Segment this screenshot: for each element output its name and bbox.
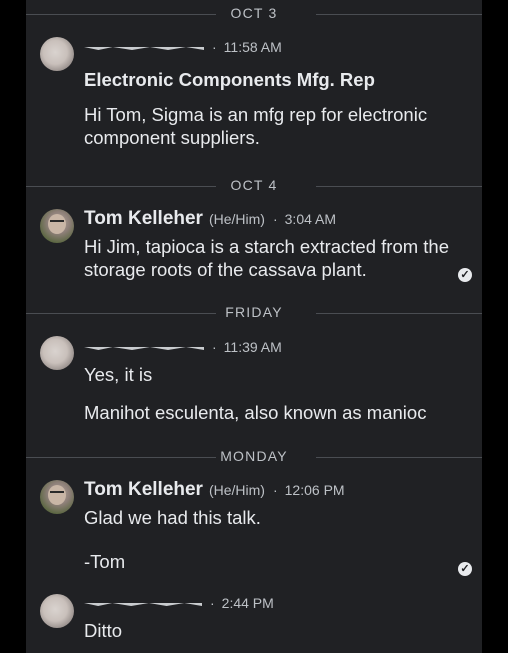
- date-divider-label: OCT 3: [230, 5, 278, 21]
- divider-line: [316, 186, 482, 187]
- date-divider-label: OCT 4: [230, 177, 278, 193]
- date-divider: MONDAY: [26, 447, 482, 467]
- redacted-sender-name: [84, 338, 204, 352]
- message-text: Hi Tom, Sigma is an mfg rep for electron…: [84, 104, 428, 148]
- message-timestamp: 2:44 PM: [221, 595, 274, 611]
- date-divider: FRIDAY: [26, 303, 482, 323]
- separator-dot: ·: [272, 482, 278, 498]
- message-header: Tom Kelleher (He/Him) · 3:04 AM: [84, 208, 336, 232]
- date-divider: OCT 4: [26, 176, 482, 196]
- separator-dot: ·: [210, 595, 215, 611]
- redacted-sender-name: [84, 38, 204, 52]
- avatar[interactable]: [40, 480, 74, 514]
- separator-dot: ·: [212, 339, 217, 355]
- sender-pronouns: (He/Him): [208, 482, 265, 498]
- message-timestamp: 12:06 PM: [284, 482, 345, 498]
- message-text: Glad we had this talk.: [84, 507, 261, 528]
- message-text: -Tom: [84, 551, 126, 572]
- sender-name[interactable]: Tom Kelleher: [84, 479, 203, 501]
- divider-line: [316, 14, 482, 15]
- avatar[interactable]: [40, 336, 74, 370]
- date-divider: OCT 3: [26, 4, 482, 24]
- date-divider-label: MONDAY: [220, 448, 288, 464]
- separator-dot: ·: [272, 211, 278, 227]
- message-timestamp: 11:58 AM: [223, 39, 282, 55]
- message-text: Manihot esculenta, also known as manioc: [84, 402, 427, 423]
- redacted-sender-name: [84, 594, 202, 608]
- message-header: Tom Kelleher (He/Him) · 12:06 PM: [84, 479, 345, 503]
- message-header: · 11:58 AM: [84, 38, 282, 62]
- message-header: · 2:44 PM: [84, 594, 274, 618]
- sender-name[interactable]: Tom Kelleher: [84, 208, 203, 230]
- check-circle-icon: ✓: [458, 562, 472, 576]
- avatar[interactable]: [40, 209, 74, 243]
- message-header: · 11:39 AM: [84, 338, 282, 362]
- chat-message-list[interactable]: OCT 3 · 11:58 AM Electronic Components M…: [26, 0, 482, 653]
- separator-dot: ·: [212, 39, 217, 55]
- avatar[interactable]: [40, 594, 74, 628]
- message-timestamp: 3:04 AM: [284, 211, 337, 227]
- date-divider-label: FRIDAY: [225, 304, 283, 320]
- divider-line: [316, 457, 482, 458]
- sender-pronouns: (He/Him): [208, 211, 265, 227]
- message-timestamp: 11:39 AM: [223, 339, 282, 355]
- message-text: Yes, it is: [84, 364, 153, 385]
- avatar[interactable]: [40, 37, 74, 71]
- message-text: Hi Jim, tapioca is a starch extracted fr…: [84, 236, 449, 280]
- message-text: Ditto: [84, 620, 123, 641]
- check-circle-icon: ✓: [458, 268, 472, 282]
- message-subject: Electronic Components Mfg. Rep: [84, 69, 375, 90]
- divider-line: [316, 313, 482, 314]
